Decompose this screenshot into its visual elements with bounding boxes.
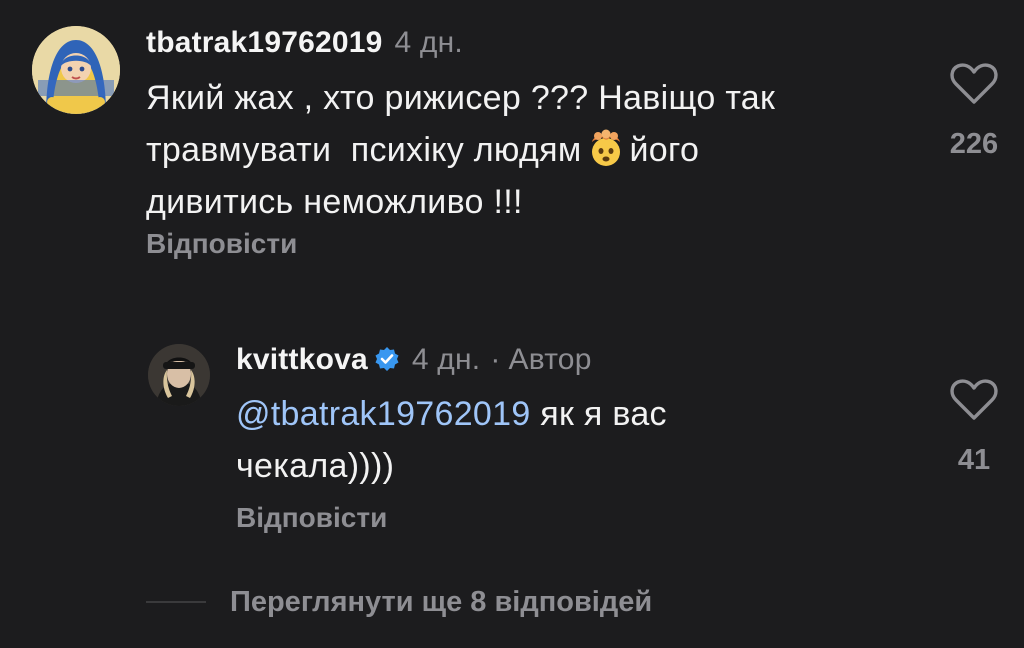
mention-link[interactable]: @tbatrak19762019 bbox=[236, 395, 531, 433]
avatar-illustration-icon bbox=[32, 26, 120, 114]
comment-time: 4 дн. bbox=[394, 26, 463, 59]
exploding-head-emoji-icon bbox=[591, 129, 620, 166]
heart-icon bbox=[950, 379, 998, 420]
heart-icon bbox=[950, 63, 998, 104]
reply-avatar[interactable] bbox=[148, 344, 210, 406]
comment-username-text[interactable]: tbatrak19762019 bbox=[146, 26, 383, 59]
reply-text-line: чекала)))) bbox=[236, 447, 395, 485]
view-more-replies-label: Переглянути ще 8 відповідей bbox=[230, 585, 653, 618]
reply-button[interactable]: Відповісти bbox=[146, 228, 297, 260]
divider-line bbox=[146, 601, 206, 603]
avatar[interactable] bbox=[32, 26, 120, 114]
reply-text-segment: як я вас bbox=[540, 395, 667, 433]
comment-text-line: Який жах , хто рижисер ??? Навіщо так bbox=[146, 79, 776, 117]
reply-text-line: @tbatrak19762019 як я вас bbox=[236, 388, 916, 440]
reply-username[interactable]: kvittkova 4 дн. · Автор bbox=[236, 343, 592, 377]
reply-button[interactable]: Відповісти bbox=[236, 502, 387, 534]
reply-time: 4 дн. bbox=[411, 343, 481, 376]
avatar-photo-icon bbox=[148, 344, 210, 406]
view-more-replies-button[interactable]: Переглянути ще 8 відповідей bbox=[146, 582, 652, 622]
comment-username[interactable]: tbatrak19762019 4 дн. bbox=[146, 26, 463, 60]
reply-username-text[interactable]: kvittkova bbox=[236, 343, 368, 376]
like-button[interactable] bbox=[950, 62, 998, 106]
verified-badge-icon bbox=[375, 347, 399, 371]
author-label: Автор bbox=[508, 343, 592, 376]
reply-text: @tbatrak19762019 як я вас чекала)))) bbox=[236, 388, 916, 492]
like-count: 226 bbox=[949, 128, 999, 160]
like-button[interactable] bbox=[950, 378, 998, 422]
like-count: 41 bbox=[957, 444, 991, 476]
comment-text-segment: травмувати психіку людям bbox=[146, 131, 582, 169]
comment-text-segment: його bbox=[629, 131, 700, 169]
comment-text-line: травмувати психіку людям його bbox=[146, 124, 906, 176]
comment-text-line: дивитись неможливо !!! bbox=[146, 183, 523, 221]
comment-text: Який жах , хто рижисер ??? Навіщо так тр… bbox=[146, 72, 906, 228]
meta-separator: · bbox=[490, 343, 501, 376]
